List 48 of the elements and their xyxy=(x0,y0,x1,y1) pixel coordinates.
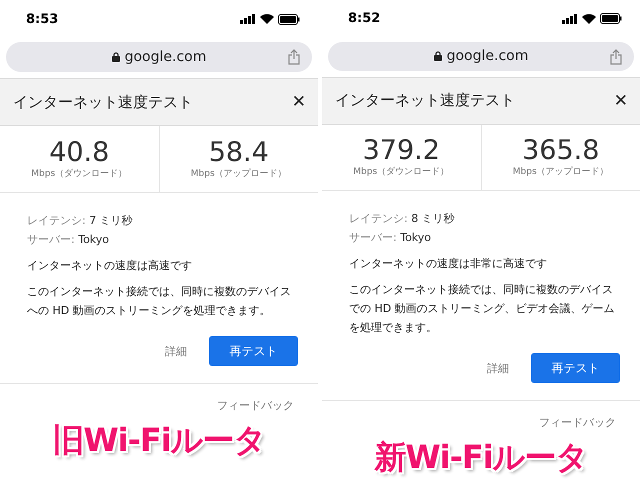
server-value: Tokyo xyxy=(78,233,110,246)
result-description: このインターネット接続では、同時に複数のデバイスへの HD 動画のストリーミングを処理できます。 xyxy=(27,284,292,319)
server-value: Tokyo xyxy=(400,231,432,244)
speed-verdict: インターネットの速度は非常に高速です xyxy=(349,256,548,271)
wifi-icon xyxy=(582,14,596,24)
signal-icon xyxy=(240,14,256,24)
latency-value: 7 ミリ秒 xyxy=(89,214,133,227)
status-time: 8:52 xyxy=(348,11,380,26)
lock-icon xyxy=(434,51,442,62)
url-text: google.com xyxy=(446,48,528,64)
speed-verdict: インターネットの速度は高速です xyxy=(27,258,193,273)
download-speed: 40.8 xyxy=(49,138,110,166)
download-unit: Mbps（ダウンロード） xyxy=(353,166,450,178)
details-button[interactable]: 詳細 xyxy=(487,360,509,376)
details-button[interactable]: 詳細 xyxy=(165,344,187,358)
result-description: このインターネット接続では、同時に複数のデバイスでの HD 動画のストリーミング、ビデオ会議、ゲームを処理できます。 xyxy=(349,282,616,336)
close-button[interactable]: ✕ xyxy=(292,92,306,112)
upload-speed: 365.8 xyxy=(522,136,600,165)
dialog-title: インターネット速度テスト xyxy=(335,91,515,110)
battery-icon xyxy=(278,14,300,24)
status-time: 8:53 xyxy=(26,12,58,26)
server-label: サーバー: xyxy=(27,233,75,246)
url-text: google.com xyxy=(124,49,206,65)
wifi-icon xyxy=(260,14,274,24)
caption-overlay: 旧Wi-Fiルータ xyxy=(52,420,266,461)
download-unit: Mbps（ダウンロード） xyxy=(31,168,128,180)
battery-icon xyxy=(600,13,622,24)
latency-value: 8 ミリ秒 xyxy=(411,212,455,225)
feedback-link[interactable]: フィードバック xyxy=(217,398,294,413)
upload-unit: Mbps（アップロード） xyxy=(190,167,287,180)
close-button[interactable]: ✕ xyxy=(614,90,628,111)
latency-label: レイテンシ: xyxy=(27,214,86,227)
address-bar[interactable]: google.com xyxy=(6,42,312,72)
share-icon[interactable] xyxy=(610,48,622,65)
server-label: サーバー: xyxy=(349,231,397,244)
share-icon[interactable] xyxy=(288,49,300,65)
address-bar[interactable]: google.com xyxy=(328,42,634,72)
retest-button[interactable]: 再テスト xyxy=(531,353,620,383)
feedback-link[interactable]: フィードバック xyxy=(539,415,616,430)
caption-overlay: 新Wi-Fiルータ xyxy=(374,437,588,478)
retest-button[interactable]: 再テスト xyxy=(209,336,298,366)
download-speed: 379.2 xyxy=(362,136,440,165)
lock-icon xyxy=(112,52,120,62)
latency-label: レイテンシ: xyxy=(349,212,408,225)
dialog-title: インターネット速度テスト xyxy=(13,92,193,112)
upload-speed: 58.4 xyxy=(208,138,269,166)
upload-unit: Mbps（アップロード） xyxy=(512,165,609,178)
signal-icon xyxy=(562,14,578,24)
